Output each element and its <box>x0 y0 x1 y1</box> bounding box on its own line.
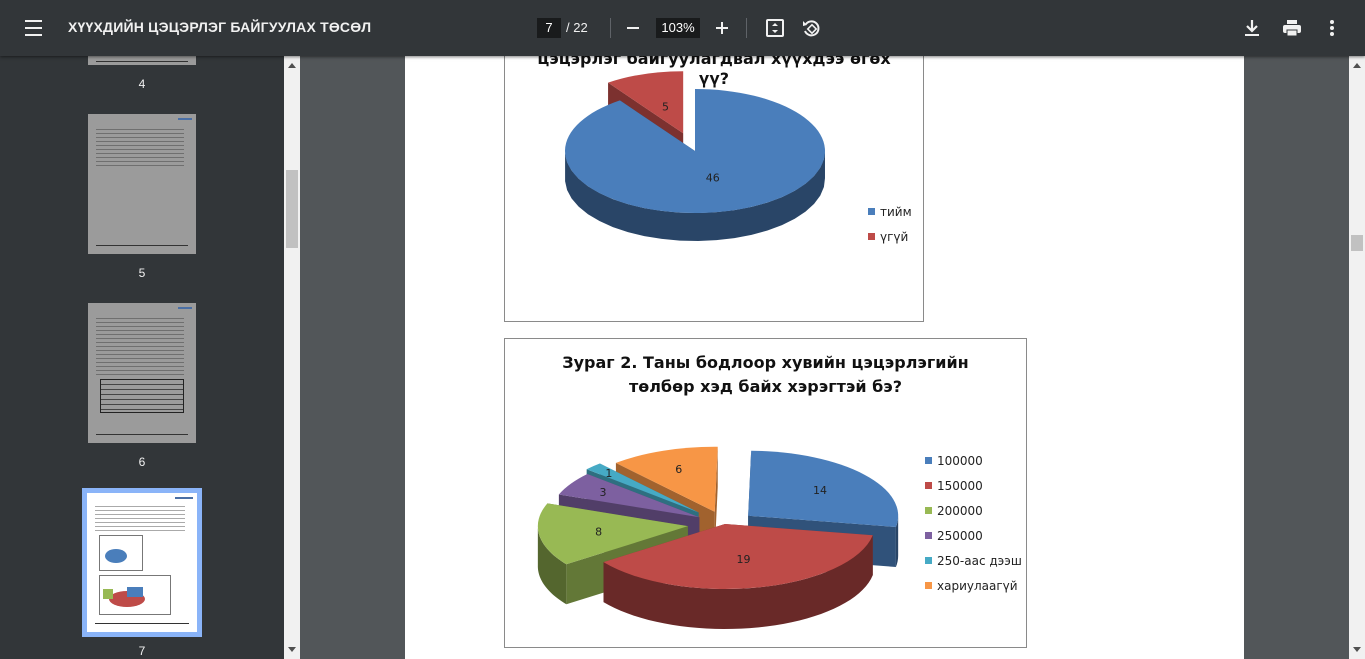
pie-data-label: 46 <box>706 172 720 185</box>
zoom-out-icon[interactable] <box>621 16 645 40</box>
thumbnail-page-6[interactable] <box>88 303 196 443</box>
legend-swatch <box>925 482 932 489</box>
pie-data-label: 14 <box>813 484 827 497</box>
zoom-input[interactable]: 103% <box>656 18 700 38</box>
legend-label: үгүй <box>880 230 909 244</box>
zoom-in-icon[interactable] <box>710 16 734 40</box>
page-total: / 22 <box>566 20 588 35</box>
pie-data-label: 8 <box>595 525 602 538</box>
thumbnail-label: 6 <box>138 455 146 469</box>
pie-data-label: 6 <box>675 463 682 476</box>
chart-1-plot: 46 5 <box>565 71 825 241</box>
legend-item-1-1: үгүй <box>868 230 908 244</box>
toolbar-divider <box>610 18 611 38</box>
document-scrollbar[interactable] <box>1349 56 1365 659</box>
more-vert-icon[interactable] <box>1320 16 1344 40</box>
menu-icon[interactable] <box>18 16 50 40</box>
document-viewport: цэцэрлэг байгуулагдвал хүүхдээ өгөх үү? … <box>300 56 1349 659</box>
thumbnail-page-4[interactable] <box>88 56 196 65</box>
download-icon[interactable] <box>1240 16 1264 40</box>
rotate-icon[interactable] <box>799 16 823 40</box>
legend-swatch <box>925 557 932 564</box>
legend-item-2-2: 200000 <box>925 504 983 518</box>
legend-swatch <box>925 582 932 589</box>
pie-data-label: 5 <box>662 101 669 114</box>
legend-label: 250000 <box>937 529 983 543</box>
thumbnail-page-5[interactable] <box>88 114 196 254</box>
pie-data-label: 1 <box>605 467 612 480</box>
thumbnail-label: 4 <box>138 77 146 91</box>
pie-data-label: 19 <box>737 553 751 566</box>
chart-2-plot: 14 19 8 3 1 6 <box>537 446 899 629</box>
legend-item-2-0: 100000 <box>925 454 983 468</box>
legend-item-2-5: хариулаагүй <box>925 579 1018 593</box>
legend-label: 250-аас дээш <box>937 554 1022 568</box>
thumbnail-page-7-selected[interactable] <box>82 488 202 637</box>
fit-page-icon[interactable] <box>763 16 787 40</box>
pie-data-label: 3 <box>600 486 607 499</box>
toolbar-divider <box>746 18 747 38</box>
legend-item-2-3: 250000 <box>925 529 983 543</box>
print-icon[interactable] <box>1280 16 1304 40</box>
legend-item-2-1: 150000 <box>925 479 983 493</box>
chart-1-frame: цэцэрлэг байгуулагдвал хүүхдээ өгөх үү? … <box>504 56 924 322</box>
thumbnail-sidebar: 4 5 6 7 <box>0 56 284 659</box>
legend-swatch <box>925 507 932 514</box>
legend-label: 200000 <box>937 504 983 518</box>
legend-label: хариулаагүй <box>937 579 1018 593</box>
legend-swatch <box>868 208 875 215</box>
page-number-input[interactable]: 7 <box>537 18 561 38</box>
chart-2-frame: Зураг 2. Таны бодлоор хувийн цэцэрлэгийн… <box>504 338 1027 648</box>
sidebar-scrollbar[interactable] <box>284 56 300 659</box>
legend-swatch <box>925 532 932 539</box>
legend-swatch <box>925 457 932 464</box>
pdf-page: цэцэрлэг байгуулагдвал хүүхдээ өгөх үү? … <box>405 56 1244 659</box>
legend-swatch <box>868 233 875 240</box>
thumbnail-label: 7 <box>138 644 146 658</box>
pie-slice-1-0 <box>565 89 825 213</box>
legend-item-1-0: тийм <box>868 205 912 219</box>
legend-item-2-4: 250-аас дээш <box>925 554 1022 568</box>
thumbnail-label: 5 <box>138 266 146 280</box>
legend-label: 100000 <box>937 454 983 468</box>
document-title: ХҮҮХДИЙН ЦЭЦЭРЛЭГ БАЙГУУЛАХ ТӨСӨЛ <box>68 19 372 35</box>
legend-label: 150000 <box>937 479 983 493</box>
pdf-toolbar: ХҮҮХДИЙН ЦЭЦЭРЛЭГ БАЙГУУЛАХ ТӨСӨЛ 7 / 22… <box>0 0 1365 56</box>
legend-label: тийм <box>880 205 912 219</box>
